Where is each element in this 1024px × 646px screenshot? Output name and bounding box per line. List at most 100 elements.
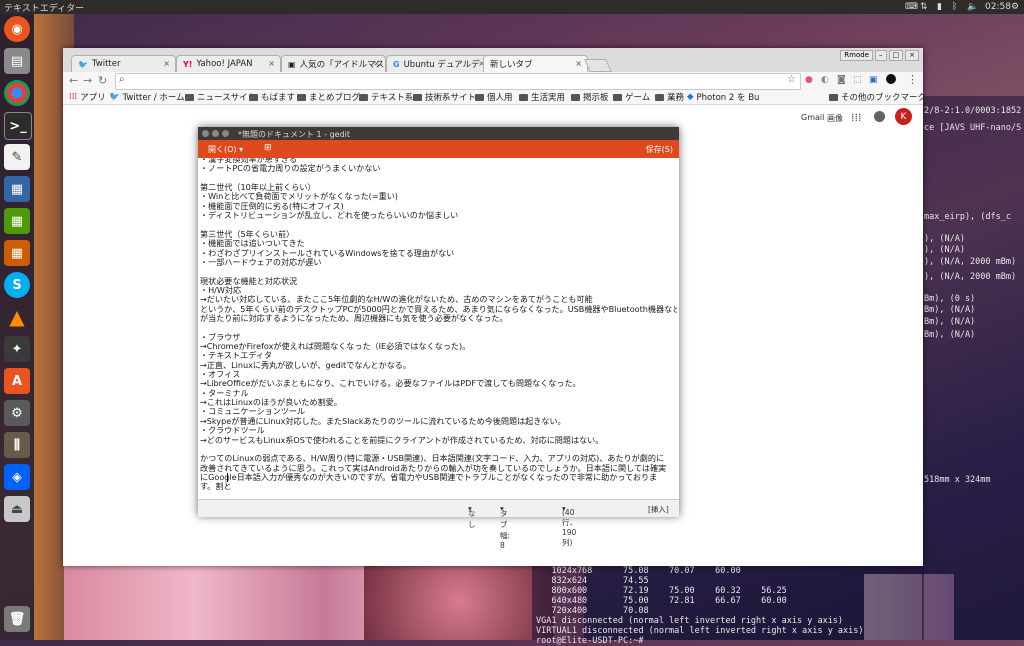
bookmark-folder[interactable]: 個人用: [475, 91, 513, 103]
volume-icon[interactable]: 🔈: [967, 0, 978, 14]
writer-icon[interactable]: ▦: [4, 176, 30, 202]
close-tab-icon[interactable]: ×: [575, 59, 582, 68]
apps-launcher-icon[interactable]: ⁞⁞⁞: [851, 111, 862, 124]
bookmark-star-icon[interactable]: ☆: [787, 74, 796, 85]
close-tab-icon[interactable]: ×: [163, 59, 170, 68]
bookmark-folder[interactable]: ニュースサイト: [185, 91, 256, 103]
ubuntu-dash-icon[interactable]: ◉: [4, 16, 30, 42]
window-badge: Rmode: [840, 50, 873, 61]
profile-extension-icon[interactable]: [886, 74, 896, 84]
menu-icon[interactable]: ⋮: [907, 73, 918, 86]
usb-creator-icon[interactable]: ⏏: [4, 496, 30, 522]
keyboard-layout-icon[interactable]: ⌨: [905, 0, 918, 14]
bookmark-label: まとめブログ: [309, 93, 361, 103]
back-icon[interactable]: ←: [69, 74, 78, 87]
tab-width-dropdown[interactable]: タブ幅: 8 ▾: [500, 504, 510, 550]
calc-icon[interactable]: ▦: [4, 208, 30, 234]
tab-label: 新しいタブ: [490, 60, 533, 70]
bookmark-label: アプリ: [80, 93, 106, 103]
window-controls: Rmode – □ ×: [840, 50, 919, 61]
software-center-icon[interactable]: A: [4, 368, 30, 394]
folder-icon: [655, 93, 664, 101]
close-window-button[interactable]: [202, 130, 209, 137]
bookmark-folder[interactable]: ゲーム: [613, 91, 650, 103]
trash-icon[interactable]: 🗑: [4, 606, 30, 632]
extension-icon[interactable]: ▣: [869, 75, 878, 85]
bookmark-folder[interactable]: テキスト系: [359, 91, 413, 103]
system-settings-icon[interactable]: ⚙: [4, 400, 30, 426]
reload-icon[interactable]: ↻: [98, 74, 107, 87]
text-cursor: [227, 472, 228, 482]
bookmark-folder[interactable]: 技術系サイト: [413, 91, 476, 103]
maximize-button[interactable]: □: [888, 50, 904, 61]
bookmark-folder[interactable]: もばます: [249, 91, 295, 103]
terminal-line: 1024x768 75.08 70.07 60.00: [536, 566, 741, 576]
new-tab-button[interactable]: [583, 59, 613, 72]
bookmark-label: 生活実用: [531, 93, 566, 103]
folder-icon: [571, 93, 580, 101]
files-icon[interactable]: ▤: [4, 48, 30, 74]
open-button[interactable]: 開く(O) ▾: [208, 144, 243, 155]
notifications-icon[interactable]: [874, 111, 885, 122]
document-editor[interactable]: ・漢字変換効率が悪すぎる ・ノートPCの省電力周りの設定がうまくいかない 第二世代（…: [200, 158, 677, 498]
close-tab-icon[interactable]: ×: [373, 59, 380, 68]
text-line: にGoogle日本語入力が優秀なのが大きいのですが。省電力やUSB関連でトラブル…: [200, 471, 658, 482]
bookmark-photon[interactable]: ◆ Photon 2 を Bu: [687, 91, 759, 103]
chrome-icon[interactable]: [4, 80, 30, 106]
other-bookmarks[interactable]: その他のブックマーク: [829, 91, 926, 103]
bookmark-apps[interactable]: ⁞⁞⁞ アプリ: [69, 91, 106, 103]
extension-icon[interactable]: ◐: [821, 75, 829, 85]
dropbox-icon[interactable]: ◈: [4, 464, 30, 490]
vlc-icon[interactable]: ▲: [4, 304, 30, 330]
gedit-statusbar: なし ▾ タブ幅: 8 ▾ (40行、190列) ▾ [挿入]: [198, 499, 679, 550]
close-window-button[interactable]: ×: [905, 50, 919, 61]
terminal-line: ), (N/A, 2000 mBm): [924, 272, 1017, 282]
tab-yahoo[interactable]: Y! Yahoo! JAPAN ×: [176, 55, 281, 72]
network-icon[interactable]: ⇅: [920, 0, 928, 14]
terminal-prompt[interactable]: root@Elite-USDT-PC:~#: [536, 636, 649, 646]
camera-extension-icon[interactable]: ◙: [837, 75, 846, 85]
power-gear-icon[interactable]: ⚙: [1011, 0, 1019, 14]
battery-icon[interactable]: ▮: [937, 0, 942, 14]
skype-icon[interactable]: S: [4, 272, 30, 298]
clock[interactable]: 02:58: [985, 0, 1011, 14]
gmail-link[interactable]: Gmail: [801, 113, 824, 122]
tab-idolmaster[interactable]: ▣ 人気の「アイドルマス ×: [281, 55, 386, 72]
forward-icon[interactable]: →: [83, 74, 92, 87]
bookmark-folder[interactable]: 掲示板: [571, 91, 609, 103]
minimize-button[interactable]: –: [875, 50, 887, 61]
text-editor-icon[interactable]: ✎: [4, 144, 30, 170]
active-app-title: テキストエディター: [4, 3, 85, 14]
terminal-icon[interactable]: >_: [4, 112, 32, 140]
maximize-button[interactable]: [222, 130, 229, 137]
tab-ubuntu-dual[interactable]: G Ubuntu デュアルデ ×: [386, 55, 491, 72]
images-link[interactable]: 画像: [827, 113, 843, 124]
bookmark-folder[interactable]: 業務: [655, 91, 684, 103]
tab-label: Twitter: [91, 59, 121, 69]
extension-icon[interactable]: ●: [805, 75, 813, 85]
minimize-button[interactable]: [212, 130, 219, 137]
bookmark-folder[interactable]: 生活実用: [519, 91, 565, 103]
tab-new-tab[interactable]: 新しいタブ ×: [483, 55, 588, 72]
bookmark-label: 業務: [667, 93, 685, 103]
tab-label: Yahoo! JAPAN: [196, 59, 253, 69]
terminal-window[interactable]: 2/8-2:1.0/0003:1852 ce [JAVS UHF-nano/S …: [922, 96, 1024, 640]
sound-mixer-icon[interactable]: ⫼: [4, 432, 30, 458]
window-title: *無題のドキュメント 1 - gedit: [238, 130, 351, 139]
close-tab-icon[interactable]: ×: [268, 59, 275, 68]
account-avatar[interactable]: K: [895, 108, 912, 125]
bookmark-folder[interactable]: まとめブログ: [297, 91, 360, 103]
syntax-highlight-dropdown[interactable]: なし ▾: [468, 504, 476, 529]
twitter-icon: 🐦: [109, 92, 120, 102]
bookmark-twitter[interactable]: 🐦 Twitter / ホーム: [109, 91, 185, 103]
gimp-icon[interactable]: ✦: [4, 336, 30, 362]
tab-twitter[interactable]: 🐦 Twitter ×: [71, 55, 176, 72]
address-bar[interactable]: ⌕ ☆: [115, 73, 801, 90]
impress-icon[interactable]: ▦: [4, 240, 30, 266]
extension-icon[interactable]: ⬚: [853, 75, 862, 85]
save-button[interactable]: 保存(S): [646, 144, 673, 155]
cursor-position-dropdown[interactable]: (40行、190列) ▾: [562, 504, 577, 547]
new-document-icon[interactable]: ⊞: [264, 143, 272, 153]
bluetooth-icon[interactable]: ᛒ: [952, 0, 957, 14]
terminal-output[interactable]: 1024x768 75.08 70.07 60.00 832x624 74.55…: [532, 564, 924, 646]
